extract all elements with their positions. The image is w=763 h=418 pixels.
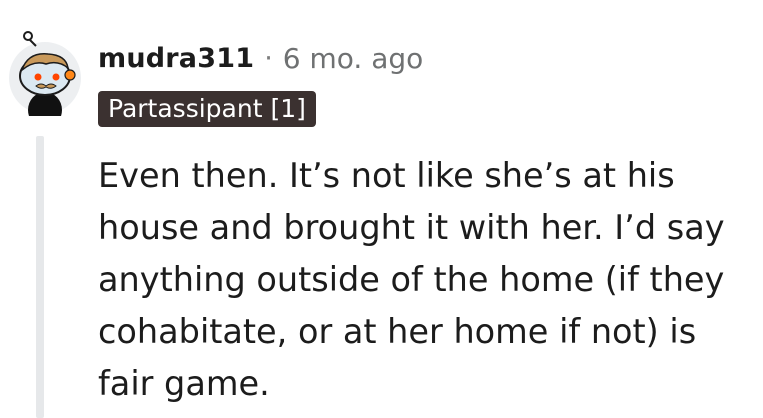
user-flair-badge: Partassipant [1] [98,91,316,127]
meta-separator: · [264,42,273,74]
username-link[interactable]: mudra311 [98,43,254,74]
comment: mudra311 · 6 mo. ago Partassipant [1] Ev… [0,0,763,418]
thread-collapse-line[interactable] [36,136,44,418]
user-avatar[interactable] [8,30,82,128]
comment-header: mudra311 · 6 mo. ago [98,38,423,78]
reddit-snoo-avatar-icon [9,31,81,128]
comment-body-text: Even then. It’s not like she’s at his ho… [98,156,725,403]
comment-timestamp[interactable]: 6 mo. ago [283,42,424,75]
